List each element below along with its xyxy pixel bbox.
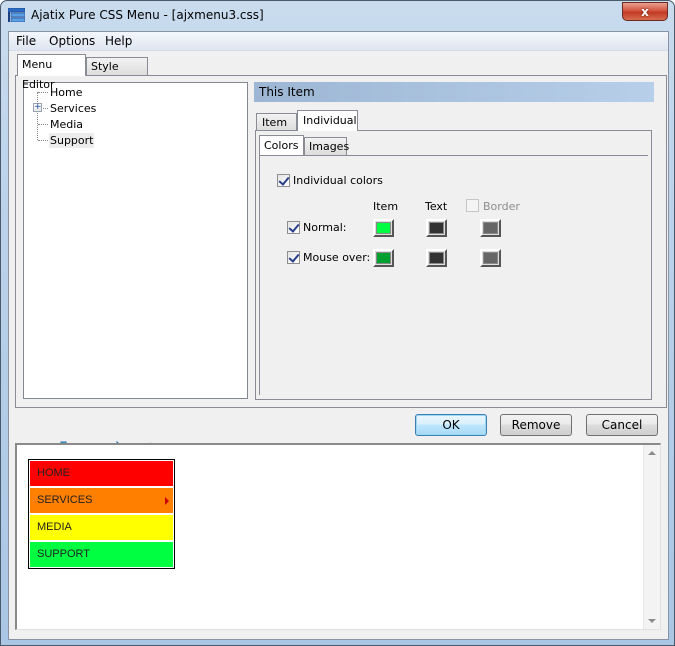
menu-preview: HOME SERVICES MEDIA SUPPORT [15,443,661,630]
submenu-arrow-icon [165,497,169,505]
mouse-over-text-color-button[interactable] [426,249,447,267]
preview-item-home[interactable]: HOME [30,461,173,486]
close-icon: x [641,4,649,19]
tab-images[interactable]: Images [304,137,349,155]
tab-menu-editor[interactable]: Menu Editor [17,54,86,91]
preview-item-support[interactable]: SUPPORT [30,542,173,567]
column-border-label: Border [483,200,520,213]
section-header: This Item [254,82,654,102]
column-text-label: Text [425,200,448,213]
preview-item-media[interactable]: MEDIA [30,515,173,540]
color-swatch [483,252,498,264]
tree-item-support[interactable]: Support [49,133,95,148]
close-button[interactable]: x [622,2,668,21]
menu-editor-panel: + Home Services Media Support This Item … [15,75,667,408]
normal-label: Normal: [303,221,347,234]
title-bar[interactable]: Ajatix Pure CSS Menu - [ajxmenu3.css] x [1,1,674,31]
normal-text-color-button[interactable] [426,219,447,237]
preview-item-label: HOME [37,467,70,479]
preview-item-services[interactable]: SERVICES [30,488,173,513]
tab-item[interactable]: Item [256,113,297,131]
mouse-over-label: Mouse over: [303,251,371,264]
tree-connector [38,140,48,141]
colors-panel: Individual colors Item Text Border Norma… [259,155,648,395]
ok-button[interactable]: OK [415,414,487,436]
preview-item-label: SERVICES [37,494,93,506]
scroll-up-icon[interactable] [648,451,656,455]
remove-button[interactable]: Remove [500,414,572,436]
app-menu-icon [8,8,25,22]
cancel-button[interactable]: Cancel [586,414,658,436]
normal-item-color-button[interactable] [373,219,394,237]
tree-connector [38,124,48,125]
menu-bar: File Options Help [9,32,668,51]
tree-item-services[interactable]: Services [49,101,97,116]
menu-help[interactable]: Help [105,34,132,48]
tab-style-editor[interactable]: Style Editor [86,57,148,90]
menu-options[interactable]: Options [49,34,95,48]
individual-colors-checkbox[interactable] [277,174,290,187]
preview-item-label: MEDIA [37,521,72,533]
mouse-over-item-color-button[interactable] [373,249,394,267]
column-item-label: Item [373,200,399,213]
client-area: File Options Help Menu Editor Style Edit… [8,31,669,640]
border-checkbox[interactable] [466,199,479,212]
expand-plus-icon[interactable]: + [33,103,42,112]
individual-panel: Colors Images Individual colors Item Tex… [255,130,652,400]
preview-item-label: SUPPORT [37,548,90,560]
preview-menu: HOME SERVICES MEDIA SUPPORT [28,459,175,569]
tree-item-media[interactable]: Media [49,117,84,132]
window-title: Ajatix Pure CSS Menu - [ajxmenu3.css] [31,8,264,22]
menu-tree[interactable]: + Home Services Media Support [23,82,248,399]
item-properties: This Item Item Individual Colors Images … [254,82,654,400]
normal-border-color-button[interactable] [480,219,501,237]
menu-file[interactable]: File [16,34,36,48]
color-swatch [376,252,391,264]
tab-individual[interactable]: Individual [297,110,358,131]
preview-scrollbar[interactable] [643,445,660,629]
scroll-down-icon[interactable] [648,619,656,623]
tree-connector [37,92,38,140]
individual-colors-label: Individual colors [293,174,383,187]
color-swatch [376,222,391,234]
mouse-over-checkbox[interactable] [287,251,300,264]
color-swatch [483,222,498,234]
normal-checkbox[interactable] [287,221,300,234]
color-swatch [429,252,444,264]
mouse-over-border-color-button[interactable] [480,249,501,267]
app-window: Ajatix Pure CSS Menu - [ajxmenu3.css] x … [0,0,675,646]
tab-colors[interactable]: Colors [259,135,304,155]
color-swatch [429,222,444,234]
